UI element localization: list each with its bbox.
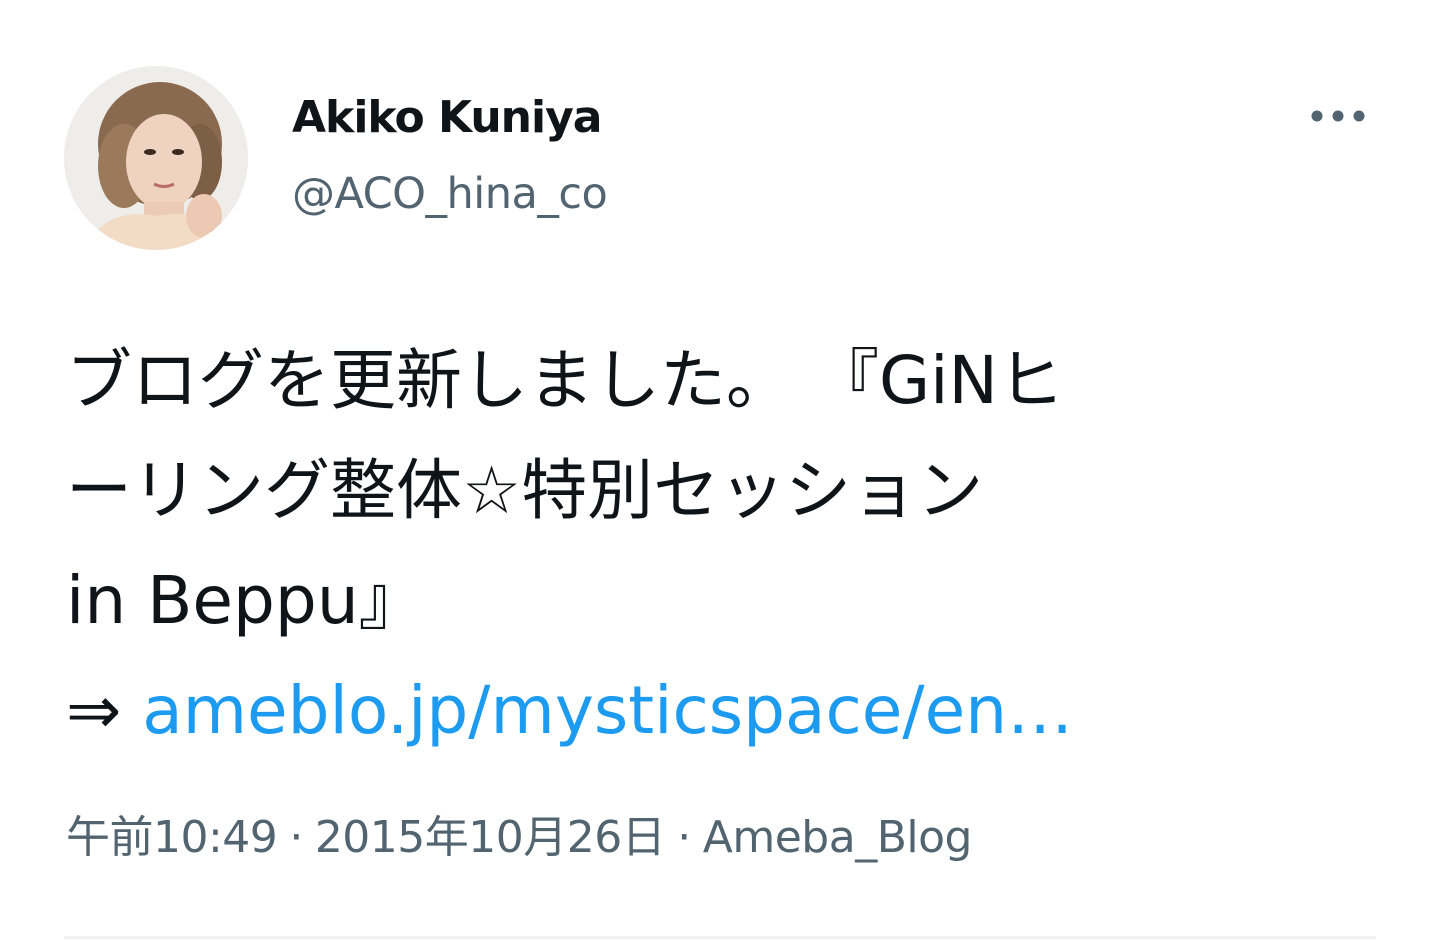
blog-link[interactable]: ameblo.jp/mysticspace/en… <box>142 672 1073 749</box>
more-options-button[interactable] <box>1306 92 1370 140</box>
tweet-date[interactable]: 2015年10月26日 <box>315 812 666 863</box>
tweet-text-line: in Beppu』 <box>66 562 425 639</box>
tweet-meta: 午前10:49 · 2015年10月26日 · Ameba_Blog <box>66 806 972 870</box>
tweet-time[interactable]: 午前10:49 <box>66 812 278 863</box>
tweet-text: ブログを更新しました。 『GiNヒ ーリング整体☆特別セッション in Bepp… <box>66 326 1386 766</box>
avatar[interactable] <box>64 66 248 250</box>
tweet-link-line: ⇒ ameblo.jp/mysticspace/en… <box>66 656 1386 766</box>
author-display-name[interactable]: Akiko Kuniya <box>292 88 607 148</box>
tweet-text-line: ーリング整体☆特別セッション <box>66 452 984 529</box>
tweet-source[interactable]: Ameba_Blog <box>703 812 973 863</box>
tweet-text-line: ブログを更新しました。 『GiNヒ <box>66 342 1064 419</box>
meta-separator: · <box>677 812 691 863</box>
author-handle[interactable]: @ACO_hina_co <box>292 164 608 224</box>
meta-separator: · <box>289 812 303 863</box>
more-horizontal-icon <box>1311 110 1365 122</box>
author-block: Akiko Kuniya @ACO_hina_co <box>292 88 608 224</box>
tweet: Akiko Kuniya @ACO_hina_co ブログを更新しました。 『G… <box>0 0 1440 942</box>
arrow-symbol: ⇒ <box>66 672 122 749</box>
divider <box>64 936 1376 939</box>
avatar-photo <box>64 66 248 250</box>
